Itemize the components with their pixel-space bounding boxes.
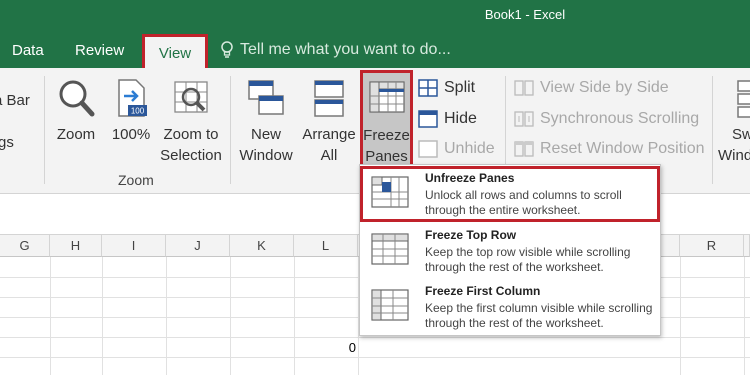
menu-item-unfreeze-panes[interactable]: Unfreeze Panes Unlock all rows and colum…	[360, 166, 660, 222]
headings-checkbox-partial[interactable]: gs	[0, 132, 14, 153]
zoom-button[interactable]: Zoom	[52, 78, 100, 145]
new-window-button[interactable]: New Window	[236, 78, 296, 166]
freeze-first-column-icon	[371, 289, 409, 321]
split-label: Split	[444, 79, 476, 96]
column-header-g[interactable]: G	[0, 235, 50, 257]
column-header-l[interactable]: L	[294, 235, 358, 257]
zoom-badge: 100	[131, 107, 145, 116]
freeze-panes-menu: Unfreeze Panes Unlock all rows and colum…	[359, 164, 661, 336]
separator	[230, 76, 231, 184]
synchronous-scrolling-button[interactable]: Synchronous Scrolling	[514, 110, 699, 128]
arrange-label: Arrange	[302, 126, 356, 143]
menu-item-freeze-top-row[interactable]: Freeze Top Row Keep the top row visible …	[360, 223, 660, 279]
selection-label: Selection	[160, 147, 222, 164]
switch-windows-icon	[737, 80, 750, 118]
window-title: Book1 - Excel	[484, 7, 566, 22]
split-icon	[418, 79, 438, 97]
switch-windows-button[interactable]: Sw Wind	[718, 78, 750, 166]
view-side-by-side-button[interactable]: View Side by Side	[514, 79, 669, 97]
new-label: New	[250, 126, 281, 143]
hide-button[interactable]: Hide	[418, 110, 477, 128]
switch-label-partial: Sw	[732, 126, 750, 143]
column-header-partial[interactable]	[744, 235, 750, 257]
synchronous-scrolling-label: Synchronous Scrolling	[540, 110, 700, 127]
column-header-j[interactable]: J	[166, 235, 230, 257]
zoom-selection-icon	[174, 81, 208, 113]
col-line	[166, 257, 167, 375]
menu-item-description: Keep the first column visible while scro…	[425, 301, 653, 330]
unfreeze-panes-icon	[371, 176, 409, 208]
col-line	[294, 257, 295, 375]
col-line	[50, 257, 51, 375]
formula-bar-checkbox-partial[interactable]: a Bar	[0, 90, 30, 111]
hide-label: Hide	[444, 110, 477, 127]
menu-item-title: Freeze Top Row	[425, 228, 517, 242]
lightbulb-icon	[221, 41, 233, 58]
menu-item-title: Freeze First Column	[425, 284, 541, 298]
col-line	[744, 257, 745, 375]
column-header-i[interactable]: I	[102, 235, 166, 257]
zoom-100-button[interactable]: 100 100%	[108, 78, 154, 145]
zoom-100-label: 100%	[111, 126, 151, 143]
freeze-panes-button[interactable]: Freeze Panes ▼	[360, 70, 413, 186]
menu-item-title: Unfreeze Panes	[425, 171, 515, 185]
all-label: All	[320, 147, 338, 164]
cell-l-value[interactable]: 0	[300, 340, 356, 355]
tell-me-search[interactable]: Tell me what you want to do...	[220, 41, 451, 59]
column-header-h[interactable]: H	[50, 235, 102, 257]
row-line	[0, 357, 750, 358]
side-by-side-icon	[514, 80, 534, 96]
menu-item-freeze-first-column[interactable]: Freeze First Column Keep the first colum…	[360, 279, 660, 335]
arrange-all-button[interactable]: Arrange All	[298, 78, 360, 166]
freeze-panes-icon	[369, 81, 405, 113]
view-side-by-side-label: View Side by Side	[540, 79, 669, 96]
col-line	[680, 257, 681, 375]
tab-review[interactable]: Review	[75, 42, 124, 59]
freeze-top-row-icon	[371, 233, 409, 265]
freeze-label: Freeze	[363, 127, 410, 144]
row-line	[0, 337, 750, 338]
title-bar: Book1 - Excel Data Review Tell me what y…	[0, 0, 750, 68]
zoom-label: Zoom	[56, 126, 96, 143]
col-line	[230, 257, 231, 375]
zoom-100-icon: 100	[118, 79, 147, 117]
separator	[712, 76, 713, 184]
arrange-all-icon	[314, 80, 344, 117]
tab-data[interactable]: Data	[12, 42, 44, 59]
reset-position-icon	[514, 141, 534, 157]
tell-me-text: Tell me what you want to do...	[240, 41, 451, 58]
separator	[44, 76, 45, 184]
windows-label-partial: Wind	[718, 147, 750, 164]
hide-window-icon	[418, 110, 438, 128]
column-header-k[interactable]: K	[230, 235, 294, 257]
reset-window-position-button[interactable]: Reset Window Position	[514, 140, 705, 158]
panes-label: Panes	[365, 148, 408, 165]
unhide-label: Unhide	[444, 140, 495, 157]
zoom-group-label: Zoom	[118, 172, 154, 188]
unhide-button[interactable]: Unhide	[418, 140, 495, 158]
tab-view[interactable]: View	[142, 34, 208, 70]
column-header-r[interactable]: R	[680, 235, 744, 257]
zoom-to-label: Zoom to	[163, 126, 219, 143]
sync-scroll-icon	[514, 111, 534, 127]
magnifier-icon	[59, 80, 95, 117]
new-window-icon	[248, 80, 284, 115]
col-line	[102, 257, 103, 375]
menu-item-description: Keep the top row visible while scrolling…	[425, 245, 631, 274]
zoom-to-selection-button[interactable]: Zoom to Selection	[158, 78, 224, 166]
window-label: Window	[239, 147, 293, 164]
split-button[interactable]: Split	[418, 79, 475, 97]
unhide-window-icon	[418, 140, 438, 158]
menu-item-description: Unlock all rows and columns to scroll th…	[425, 188, 622, 217]
reset-window-position-label: Reset Window Position	[540, 140, 705, 157]
